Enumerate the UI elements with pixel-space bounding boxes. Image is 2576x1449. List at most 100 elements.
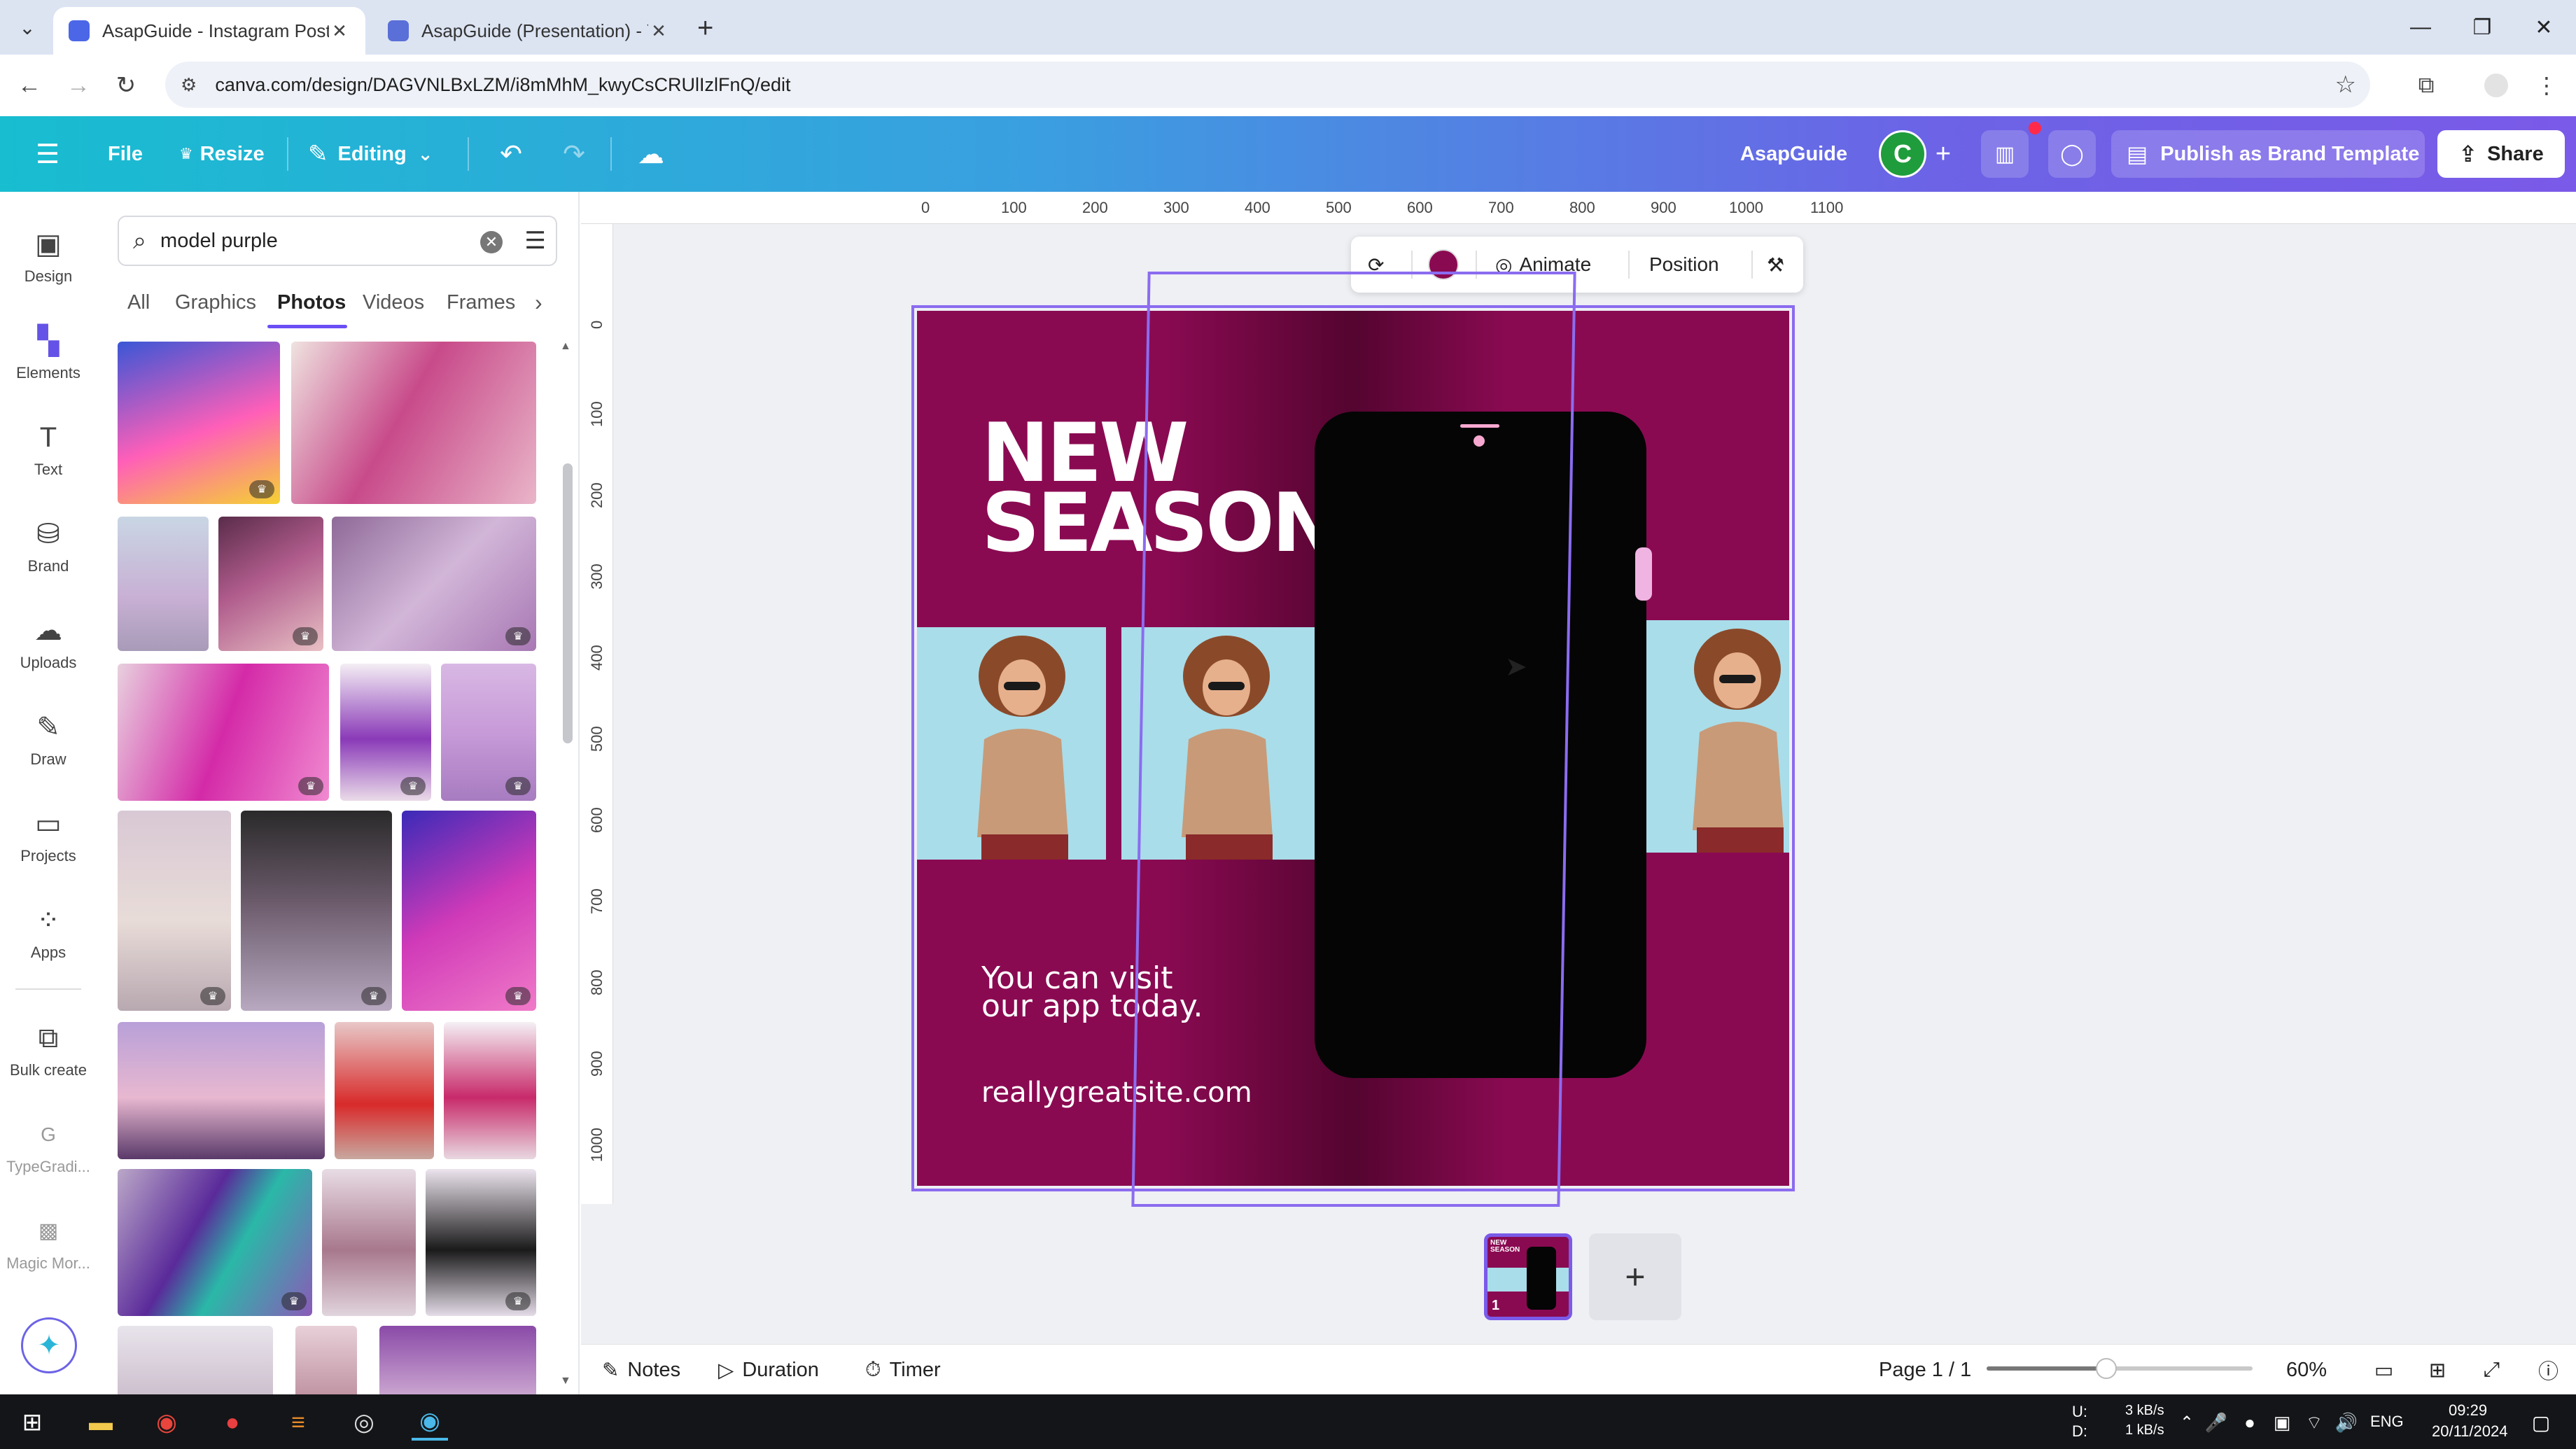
- file-menu-button[interactable]: File: [108, 116, 143, 192]
- photo-thumbnail[interactable]: ♛: [340, 664, 431, 801]
- page-thumbnail-1[interactable]: NEW SEASON 1: [1484, 1233, 1572, 1320]
- rail-item-typegradient[interactable]: G TypeGradi...: [0, 1116, 97, 1200]
- wifi-icon[interactable]: ⌔: [2296, 1404, 2332, 1441]
- photo-thumbnail[interactable]: ♛: [118, 342, 280, 504]
- grid-view-icon[interactable]: ⊞: [2429, 1345, 2446, 1395]
- tab-search-dropdown[interactable]: ⌄: [10, 10, 45, 45]
- phone-mockup[interactable]: [1315, 412, 1652, 1078]
- clock-date[interactable]: 20/11/2024: [2432, 1422, 2507, 1441]
- photo-thumbnail[interactable]: ♛: [241, 811, 392, 1011]
- photo-thumbnail[interactable]: [295, 1326, 357, 1394]
- close-window-icon[interactable]: ✕: [2516, 7, 2572, 48]
- back-icon[interactable]: ←: [10, 66, 49, 105]
- url-field[interactable]: ⚙ canva.com/design/DAGVNLBxLZM/i8mMhM_kw…: [165, 62, 2370, 108]
- user-avatar[interactable]: C: [1879, 130, 1926, 178]
- editing-mode-button[interactable]: ✎ Editing ⌄: [308, 116, 433, 192]
- restore-icon[interactable]: ❐: [2454, 7, 2510, 48]
- clock-time[interactable]: 09:29: [2449, 1401, 2487, 1420]
- tab-graphics[interactable]: Graphics: [175, 291, 256, 314]
- tab-videos[interactable]: Videos: [363, 291, 424, 314]
- design-page[interactable]: NEW SEASON You can visit our app today. …: [917, 311, 1789, 1186]
- recorder-icon[interactable]: ●: [214, 1404, 251, 1441]
- scroll-down-icon[interactable]: ▼: [560, 1375, 571, 1387]
- tray-app-icon[interactable]: ▣: [2264, 1404, 2300, 1441]
- headline-text[interactable]: NEW SEASON: [981, 413, 1340, 564]
- bookmark-star-icon[interactable]: ☆: [2335, 71, 2356, 99]
- extensions-icon[interactable]: ⧉: [2408, 67, 2444, 104]
- model-photo-3[interactable]: [1646, 620, 1789, 853]
- photo-thumbnail[interactable]: ♛: [426, 1169, 536, 1316]
- notification-center-icon[interactable]: ▢: [2523, 1404, 2559, 1441]
- comments-button[interactable]: ◯: [2048, 130, 2096, 178]
- help-icon[interactable]: ⓘ: [2538, 1345, 2558, 1395]
- color-swatch-button[interactable]: [1428, 249, 1459, 280]
- minimize-icon[interactable]: —: [2393, 7, 2449, 48]
- windows-start-icon[interactable]: ⊞: [14, 1404, 50, 1441]
- redo-icon[interactable]: ↷: [553, 133, 595, 175]
- rail-item-text[interactable]: T Text: [0, 419, 97, 503]
- photo-thumbnail[interactable]: ♛: [218, 517, 323, 651]
- search-input[interactable]: [160, 229, 441, 253]
- tab-all[interactable]: All: [127, 291, 150, 314]
- language-indicator[interactable]: ENG: [2370, 1413, 2404, 1431]
- paint-roller-icon[interactable]: ⚒: [1767, 237, 1784, 293]
- browser-menu-icon[interactable]: ⋮: [2528, 67, 2565, 104]
- zoom-level-button[interactable]: 60%: [2286, 1345, 2327, 1395]
- photo-thumbnail[interactable]: [444, 1022, 536, 1159]
- duration-button[interactable]: ▷ Duration: [718, 1345, 819, 1395]
- tabs-scroll-right-icon[interactable]: ›: [535, 290, 542, 316]
- photo-thumbnail[interactable]: ♛: [402, 811, 536, 1011]
- scroll-up-icon[interactable]: ▲: [560, 340, 571, 353]
- model-photo-2[interactable]: [1121, 627, 1315, 860]
- photo-thumbnail[interactable]: [291, 342, 536, 504]
- publish-brand-template-button[interactable]: ▤ Publish as Brand Template: [2111, 130, 2425, 178]
- rail-item-brand[interactable]: ⛁ Brand: [0, 515, 97, 599]
- clear-search-icon[interactable]: ✕: [480, 231, 503, 253]
- photo-thumbnail[interactable]: ♛: [118, 1169, 312, 1316]
- photo-thumbnail[interactable]: [118, 517, 209, 651]
- filter-sliders-icon[interactable]: ☰: [525, 227, 546, 255]
- chrome-icon[interactable]: ◉: [148, 1404, 185, 1441]
- rail-item-apps[interactable]: ⁘ Apps: [0, 902, 97, 986]
- browser-tab-instagram-post[interactable]: AsapGuide - Instagram Post ✕: [53, 7, 365, 55]
- visit-app-text[interactable]: You can visit our app today.: [981, 963, 1203, 1022]
- rail-item-magic-morph[interactable]: ▩ Magic Mor...: [0, 1212, 97, 1296]
- rail-item-projects[interactable]: ▭ Projects: [0, 805, 97, 889]
- app-icon[interactable]: ≡: [280, 1404, 316, 1441]
- new-tab-icon[interactable]: +: [697, 13, 713, 44]
- site-settings-icon[interactable]: ⚙: [181, 74, 197, 96]
- main-menu-icon[interactable]: ☰: [27, 133, 69, 175]
- volume-icon[interactable]: 🔊: [2328, 1404, 2365, 1441]
- add-people-icon[interactable]: +: [1922, 133, 1964, 175]
- website-text[interactable]: reallygreatsite.com: [981, 1077, 1252, 1109]
- close-tab-icon[interactable]: ✕: [648, 20, 669, 42]
- rail-item-uploads[interactable]: ☁ Uploads: [0, 612, 97, 696]
- notes-button[interactable]: ✎ Notes: [602, 1345, 680, 1395]
- forward-icon[interactable]: →: [59, 66, 98, 105]
- photo-thumbnail[interactable]: ♛: [441, 664, 536, 801]
- fullscreen-icon[interactable]: ⤢: [2484, 1345, 2500, 1395]
- obs-icon[interactable]: ◎: [346, 1404, 382, 1441]
- magic-assistant-button[interactable]: ✦: [21, 1317, 77, 1373]
- panel-scrollbar[interactable]: [563, 463, 573, 743]
- page-indicator[interactable]: Page 1 / 1: [1879, 1345, 1971, 1395]
- rail-item-draw[interactable]: ✎ Draw: [0, 708, 97, 792]
- share-button[interactable]: ⇪ Share: [2437, 130, 2565, 178]
- rail-item-bulk-create[interactable]: ⧉ Bulk create: [0, 1019, 97, 1103]
- photo-thumbnail[interactable]: [118, 1022, 325, 1159]
- resize-button[interactable]: ♛ Resize: [179, 116, 265, 192]
- chrome-active-icon[interactable]: ◉: [412, 1404, 448, 1441]
- add-page-button[interactable]: +: [1589, 1233, 1681, 1320]
- close-tab-icon[interactable]: ✕: [329, 20, 350, 42]
- animate-button[interactable]: ◎ Animate: [1495, 237, 1591, 293]
- microphone-icon[interactable]: 🎤: [2198, 1404, 2234, 1441]
- file-explorer-icon[interactable]: ▬: [83, 1404, 119, 1441]
- undo-icon[interactable]: ↶: [490, 133, 532, 175]
- tray-app-icon[interactable]: ●: [2232, 1404, 2268, 1441]
- brand-name-button[interactable]: AsapGuide: [1740, 116, 1847, 192]
- photo-thumbnail[interactable]: [335, 1022, 434, 1159]
- zoom-slider-handle[interactable]: [2096, 1358, 2117, 1379]
- photo-thumbnail[interactable]: ♛: [332, 517, 536, 651]
- model-photo-1[interactable]: [917, 627, 1106, 860]
- browser-tab-presentation[interactable]: AsapGuide (Presentation) - You ✕: [372, 7, 685, 55]
